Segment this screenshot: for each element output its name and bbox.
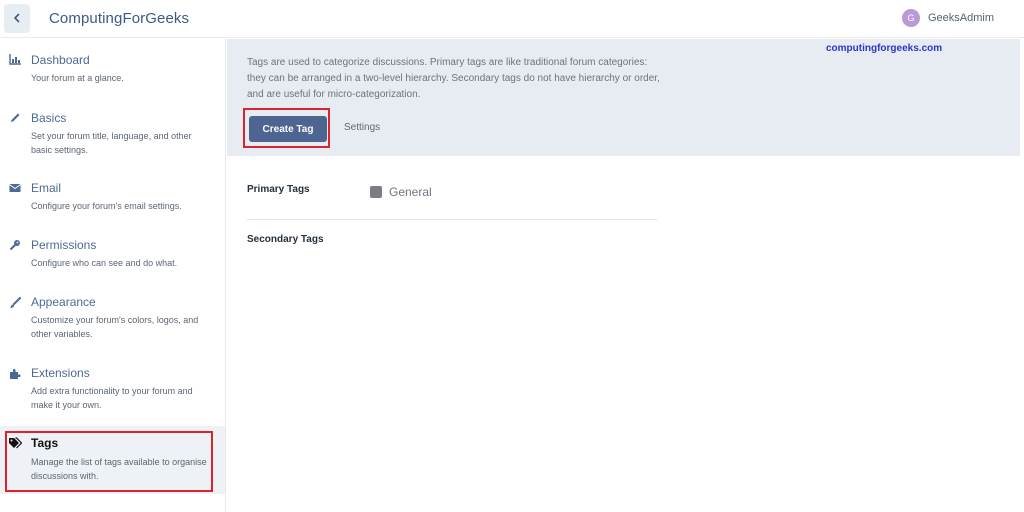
avatar: G xyxy=(901,9,920,27)
create-tag-button[interactable]: Create Tag xyxy=(249,116,327,142)
site-title[interactable]: ComputingForGeeks xyxy=(49,10,189,27)
section-divider xyxy=(247,219,657,220)
sidebar-item-label: Email xyxy=(31,181,62,195)
sidebar-item-label: Tags xyxy=(31,436,59,450)
sidebar-item-label: Basics xyxy=(31,111,67,125)
tag-color-swatch xyxy=(370,186,382,198)
sidebar-item-desc: Configure your forum's email settings. xyxy=(31,201,182,211)
secondary-tags-heading: Secondary Tags xyxy=(247,234,324,245)
watermark: computingforgeeks.com xyxy=(826,43,943,54)
admin-sidebar: Dashboard Your forum at a glance. Basics… xyxy=(0,39,226,512)
sidebar-item-desc: Customize your forum's colors, logos, an… xyxy=(31,315,199,339)
back-button[interactable] xyxy=(4,4,30,33)
pencil-icon xyxy=(8,111,22,125)
tag-name: General xyxy=(389,185,432,199)
username: GeeksAdmim xyxy=(927,12,994,24)
sidebar-item-tags[interactable]: Tags Manage the list of tags available t… xyxy=(0,426,225,494)
sidebar-item-dashboard[interactable]: Dashboard Your forum at a glance. xyxy=(0,49,225,89)
sidebar-item-basics[interactable]: Basics Set your forum title, language, a… xyxy=(0,107,225,159)
primary-tags-heading: Primary Tags xyxy=(247,184,310,195)
sidebar-item-label: Dashboard xyxy=(31,53,90,67)
sidebar-item-desc: Add extra functionality to your forum an… xyxy=(31,386,193,410)
sidebar-item-permissions[interactable]: Permissions Configure who can see and do… xyxy=(0,235,225,275)
top-header: ComputingForGeeks G GeeksAdmim xyxy=(0,0,1024,38)
tag-item-general[interactable]: General xyxy=(370,185,432,199)
envelope-icon xyxy=(8,181,22,195)
tags-description: Tags are used to categorize discussions.… xyxy=(247,57,660,100)
tags-icon xyxy=(8,436,22,450)
user-menu[interactable]: G GeeksAdmim xyxy=(901,9,994,27)
chevron-left-icon xyxy=(12,10,22,28)
puzzle-icon xyxy=(8,367,22,381)
sidebar-item-extensions[interactable]: Extensions Add extra functionality to yo… xyxy=(0,363,225,415)
sidebar-item-desc: Your forum at a glance. xyxy=(31,73,124,83)
sidebar-item-desc: Manage the list of tags available to org… xyxy=(31,457,207,481)
sidebar-item-email[interactable]: Email Configure your forum's email setti… xyxy=(0,178,225,218)
sidebar-item-label: Appearance xyxy=(31,295,96,309)
tags-intro-banner: Tags are used to categorize discussions.… xyxy=(227,39,1020,156)
sidebar-item-desc: Set your forum title, language, and othe… xyxy=(31,131,192,155)
sidebar-item-label: Permissions xyxy=(31,238,97,252)
bar-chart-icon xyxy=(8,52,22,66)
settings-link[interactable]: Settings xyxy=(344,122,380,133)
sidebar-item-appearance[interactable]: Appearance Customize your forum's colors… xyxy=(0,292,225,344)
sidebar-item-label: Extensions xyxy=(31,366,90,380)
paintbrush-icon xyxy=(8,296,22,310)
key-icon xyxy=(8,238,22,252)
sidebar-item-desc: Configure who can see and do what. xyxy=(31,258,178,268)
